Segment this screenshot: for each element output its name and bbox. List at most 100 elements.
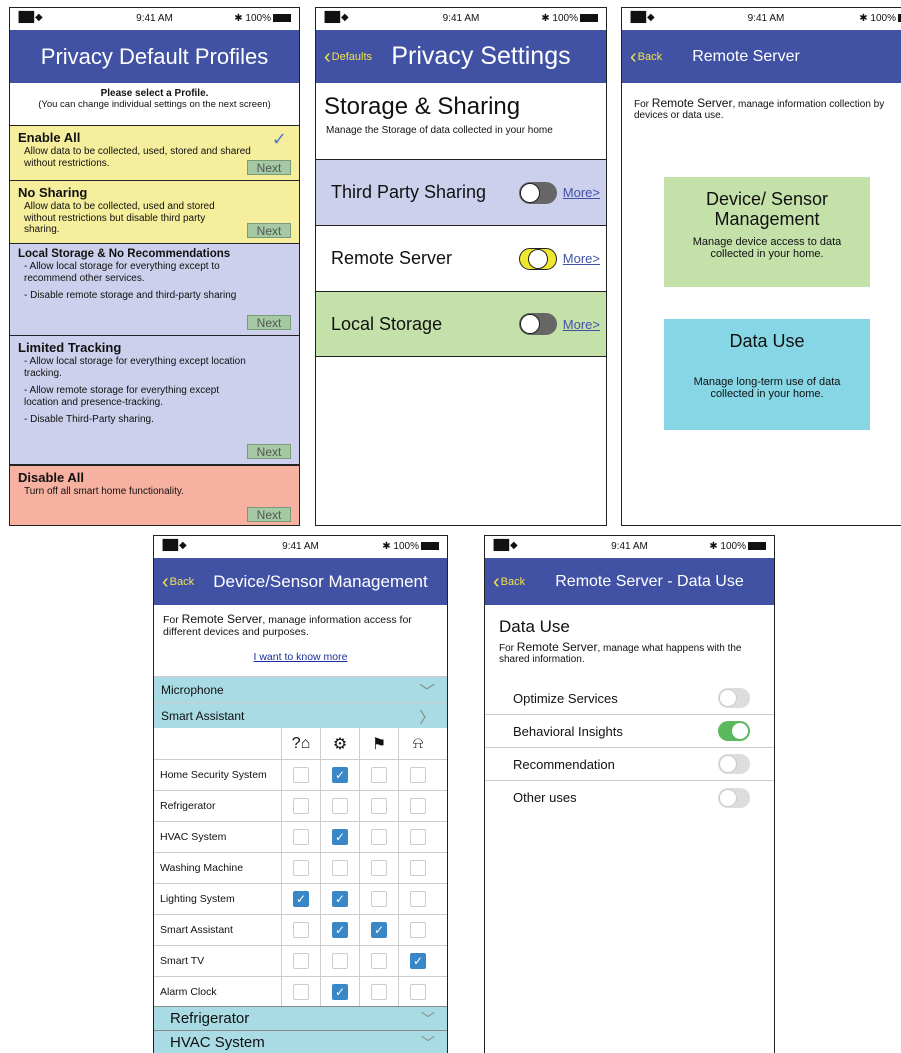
permission-checkbox[interactable] (293, 922, 309, 938)
permission-checkbox[interactable] (410, 798, 426, 814)
know-more-link[interactable]: I want to know more (154, 647, 447, 675)
more-link[interactable]: More> (563, 317, 600, 332)
toggle-switch[interactable] (718, 688, 750, 708)
permission-checkbox[interactable]: ✓ (371, 922, 387, 938)
battery-indicator: ✱ 100% (541, 13, 598, 24)
device-sensor-management-screen: ▐██ ◆ 9:41 AM ✱ 100% Device/Sensor Manag… (153, 535, 448, 1053)
permission-checkbox[interactable] (410, 984, 426, 1000)
row-label: Local Storage (331, 313, 443, 334)
permission-checkbox[interactable] (371, 984, 387, 1000)
grid-cell (398, 977, 437, 1007)
toggle-switch[interactable] (718, 787, 750, 808)
toggle-knob (719, 755, 737, 773)
profile-no-sharing[interactable]: No Sharing Allow data to be collected, u… (10, 180, 299, 243)
permission-checkbox[interactable] (410, 767, 426, 783)
home-question-icon: ?⌂ (291, 734, 311, 752)
profile-desc: - Disable remote storage and third-party… (24, 290, 237, 301)
permission-checkbox[interactable] (293, 953, 309, 969)
local-storage-row: Local Storage More> (316, 291, 606, 357)
permission-checkbox[interactable] (332, 798, 348, 814)
chevron-left-icon: ‹ (324, 45, 331, 68)
device-name: Washing Machine (160, 862, 244, 874)
grid-cell (359, 760, 398, 790)
permission-checkbox[interactable] (293, 860, 309, 876)
profile-limited-tracking[interactable]: Limited Tracking - Allow local storage f… (10, 335, 299, 464)
next-button[interactable]: Next (247, 223, 291, 238)
battery-indicator: ✱ 100% (234, 13, 291, 24)
permission-checkbox[interactable]: ✓ (332, 984, 348, 1000)
more-link[interactable]: More> (563, 251, 600, 266)
battery-icon (273, 14, 291, 22)
back-button[interactable]: ‹ Back (162, 558, 194, 605)
section-title: Storage & Sharing (324, 93, 521, 120)
permission-checkbox[interactable] (410, 829, 426, 845)
grid-cell (398, 915, 437, 945)
grid-cell (359, 822, 398, 852)
permission-checkbox[interactable] (371, 953, 387, 969)
next-button[interactable]: Next (247, 315, 291, 330)
permission-checkbox[interactable] (371, 767, 387, 783)
permission-checkbox[interactable]: ✓ (332, 922, 348, 938)
profile-enable-all[interactable]: Enable All Allow data to be collected, u… (10, 125, 299, 180)
permission-checkbox[interactable] (293, 829, 309, 845)
permission-checkbox[interactable] (371, 860, 387, 876)
profile-title: No Sharing (18, 185, 88, 200)
permission-checkbox[interactable]: ✓ (332, 891, 348, 907)
grid-cell (320, 946, 359, 976)
next-button[interactable]: Next (247, 507, 291, 522)
remote-server-toggle[interactable] (518, 247, 557, 270)
profile-disable-all[interactable]: Disable All Turn off all smart home func… (10, 464, 299, 525)
permission-checkbox[interactable]: ✓ (332, 829, 348, 845)
profile-title: Enable All (18, 130, 81, 145)
intro-highlight: Remote Server (516, 640, 598, 654)
grid-cell (281, 791, 320, 821)
status-bar: ▐██ ◆ 9:41 AM ✱ 100% (622, 8, 901, 30)
permission-checkbox[interactable] (410, 860, 426, 876)
battery-indicator: ✱ 100% (382, 541, 439, 552)
more-link[interactable]: More> (563, 185, 600, 200)
permission-checkbox[interactable] (293, 767, 309, 783)
accordion-smart-assistant[interactable]: Smart Assistant 〉 (154, 702, 447, 728)
profile-desc: Allow data to be collected, used and sto… (24, 201, 215, 235)
next-button[interactable]: Next (247, 444, 291, 459)
third-party-sharing-row: Third Party Sharing More> (316, 159, 606, 225)
back-button[interactable]: ‹ Back (630, 30, 662, 83)
permission-checkbox[interactable]: ✓ (293, 891, 309, 907)
data-use-card[interactable]: Data Use Manage long-term use of data co… (664, 319, 870, 430)
grid-cell: ✓ (320, 977, 359, 1007)
card-title: Device/ Sensor Management (705, 189, 829, 229)
local-storage-toggle[interactable] (518, 313, 557, 335)
card-desc: Manage device access to data collected i… (692, 235, 842, 260)
permission-checkbox[interactable] (332, 860, 348, 876)
device-sensor-card[interactable]: Device/ Sensor Management Manage device … (664, 177, 870, 287)
permission-checkbox[interactable] (332, 953, 348, 969)
back-button[interactable]: ‹ Defaults (324, 30, 372, 83)
permission-checkbox[interactable]: ✓ (332, 767, 348, 783)
toggle-knob (519, 314, 540, 334)
toggle-switch[interactable] (718, 754, 750, 774)
battery-label: 100% (552, 13, 578, 24)
permission-checkbox[interactable]: ✓ (410, 953, 426, 969)
grid-cell: ✓ (398, 946, 437, 976)
permission-checkbox[interactable] (371, 829, 387, 845)
accordion-hvac[interactable]: HVAC System ﹀ (154, 1030, 447, 1053)
grid-cell (359, 791, 398, 821)
status-bar: ▐██ ◆ 9:41 AM ✱ 100% (10, 8, 299, 30)
permission-checkbox[interactable] (371, 798, 387, 814)
accordion-refrigerator[interactable]: Refrigerator ﹀ (154, 1006, 447, 1030)
section-subtitle: Manage the Storage of data collected in … (326, 125, 553, 136)
permission-checkbox[interactable] (293, 798, 309, 814)
permission-checkbox[interactable] (410, 922, 426, 938)
toggle-switch[interactable] (718, 721, 750, 741)
accordion-microphone[interactable]: Microphone ﹀ (154, 676, 447, 702)
third-party-toggle[interactable] (518, 181, 557, 204)
device-row: Smart Assistant ✓ ✓ (154, 915, 447, 946)
permission-checkbox[interactable] (371, 891, 387, 907)
profile-local-storage[interactable]: Local Storage & No Recommendations - All… (10, 243, 299, 335)
permission-checkbox[interactable] (410, 891, 426, 907)
back-button[interactable]: ‹ Back (493, 558, 525, 605)
setting-label: Behavioral Insights (513, 723, 623, 739)
next-button[interactable]: Next (247, 160, 291, 175)
permission-checkbox[interactable] (293, 984, 309, 1000)
device-row: Smart TV ✓ (154, 946, 447, 977)
